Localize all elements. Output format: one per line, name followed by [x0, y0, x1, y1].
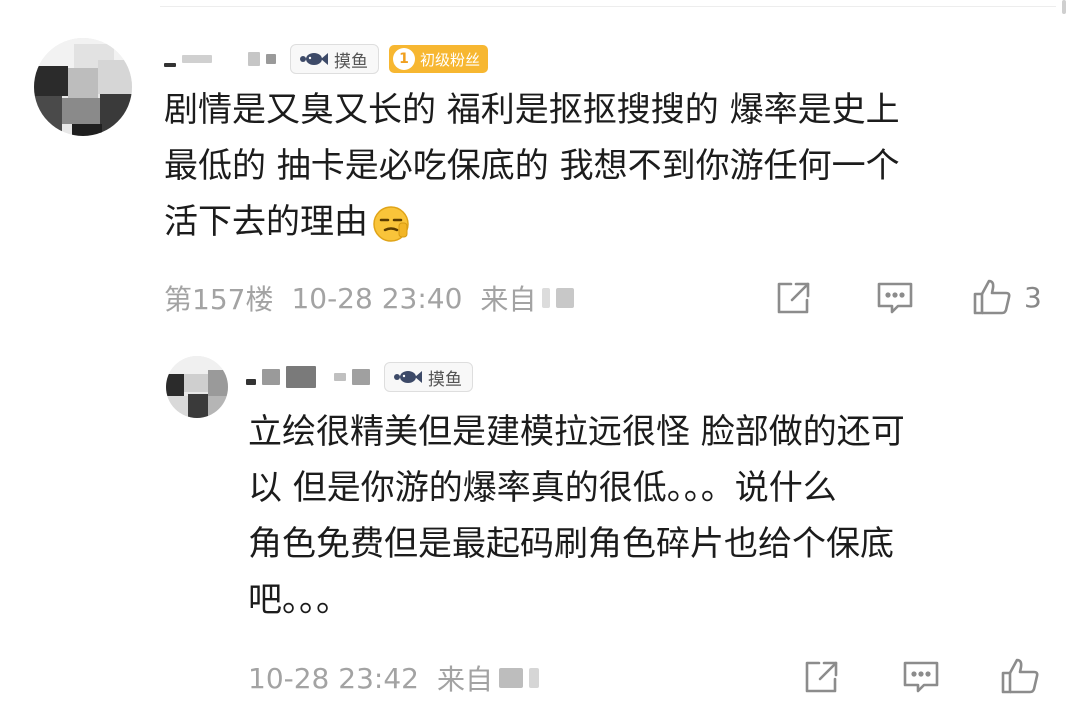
thumb-up-icon	[973, 279, 1011, 315]
fish-badge[interactable]: 摸鱼	[384, 362, 473, 392]
reply-button[interactable]	[876, 280, 914, 316]
avatar[interactable]	[34, 38, 132, 136]
comment-body: 立绘很精美但是建模拉远很怪 脸部做的还可 以 但是你游的爆率真的很低。。。说什么…	[248, 404, 905, 628]
timestamp: 10-28 23:42	[248, 661, 419, 695]
top-divider	[160, 6, 1056, 7]
share-icon	[777, 282, 810, 314]
like-button[interactable]	[1000, 657, 1040, 695]
comment-line-text: 活下去的理由	[164, 202, 368, 242]
username[interactable]	[164, 51, 276, 67]
like-button[interactable]: 3	[972, 278, 1042, 316]
share-button[interactable]	[774, 280, 812, 316]
fan-level-icon: 1	[393, 48, 415, 70]
comment-line: 立绘很精美但是建模拉远很怪 脸部做的还可	[248, 412, 905, 452]
source-label: 来自	[436, 663, 493, 696]
fish-badge-label: 摸鱼	[334, 51, 368, 72]
reply-button[interactable]	[902, 659, 940, 695]
comment-meta: 第157楼 10-28 23:40 来自	[164, 278, 575, 318]
username[interactable]	[246, 366, 370, 388]
comment-icon	[903, 661, 939, 693]
source-location	[542, 288, 575, 308]
like-count: 3	[1024, 280, 1042, 314]
comment-body: 剧情是又臭又长的 福利是抠抠搜搜的 爆率是史上 最低的 抽卡是必吃保底的 我想不…	[164, 82, 900, 250]
source-location	[498, 668, 539, 688]
comment-header: 摸鱼	[246, 360, 483, 394]
comment-line: 角色免费但是最起码刷角色碎片也给个保底	[248, 524, 894, 564]
fan-level-badge[interactable]: 1 初级粉丝	[389, 45, 489, 73]
comment-line: 以 但是你游的爆率真的很低。。。说什么	[248, 468, 837, 508]
squinting-face-emoji	[373, 205, 409, 242]
comment-meta: 10-28 23:42 来自	[248, 658, 539, 698]
fish-badge-label: 摸鱼	[428, 369, 462, 390]
comment-line: 剧情是又臭又长的 福利是抠抠搜搜的 爆率是史上	[164, 90, 900, 130]
comment-header: 摸鱼 1 初级粉丝	[164, 42, 489, 76]
fish-icon	[300, 53, 328, 65]
fish-badge[interactable]: 摸鱼	[290, 44, 379, 74]
comment-icon	[877, 282, 913, 314]
source-label: 来自	[480, 283, 537, 316]
share-icon	[805, 661, 838, 693]
comment-line: 最低的 抽卡是必吃保底的 我想不到你游任何一个	[164, 146, 900, 186]
comment-line: 吧。。。	[248, 580, 350, 620]
scrollbar[interactable]	[1062, 0, 1066, 14]
fan-level-label: 初级粉丝	[420, 50, 481, 69]
floor-number: 第157楼	[164, 283, 274, 316]
avatar[interactable]	[166, 356, 228, 418]
comment-line-last: 活下去的理由	[164, 194, 900, 250]
fish-icon	[394, 371, 422, 383]
share-button[interactable]	[802, 659, 840, 695]
thumb-up-icon	[1001, 658, 1039, 694]
timestamp: 10-28 23:40	[291, 281, 463, 315]
